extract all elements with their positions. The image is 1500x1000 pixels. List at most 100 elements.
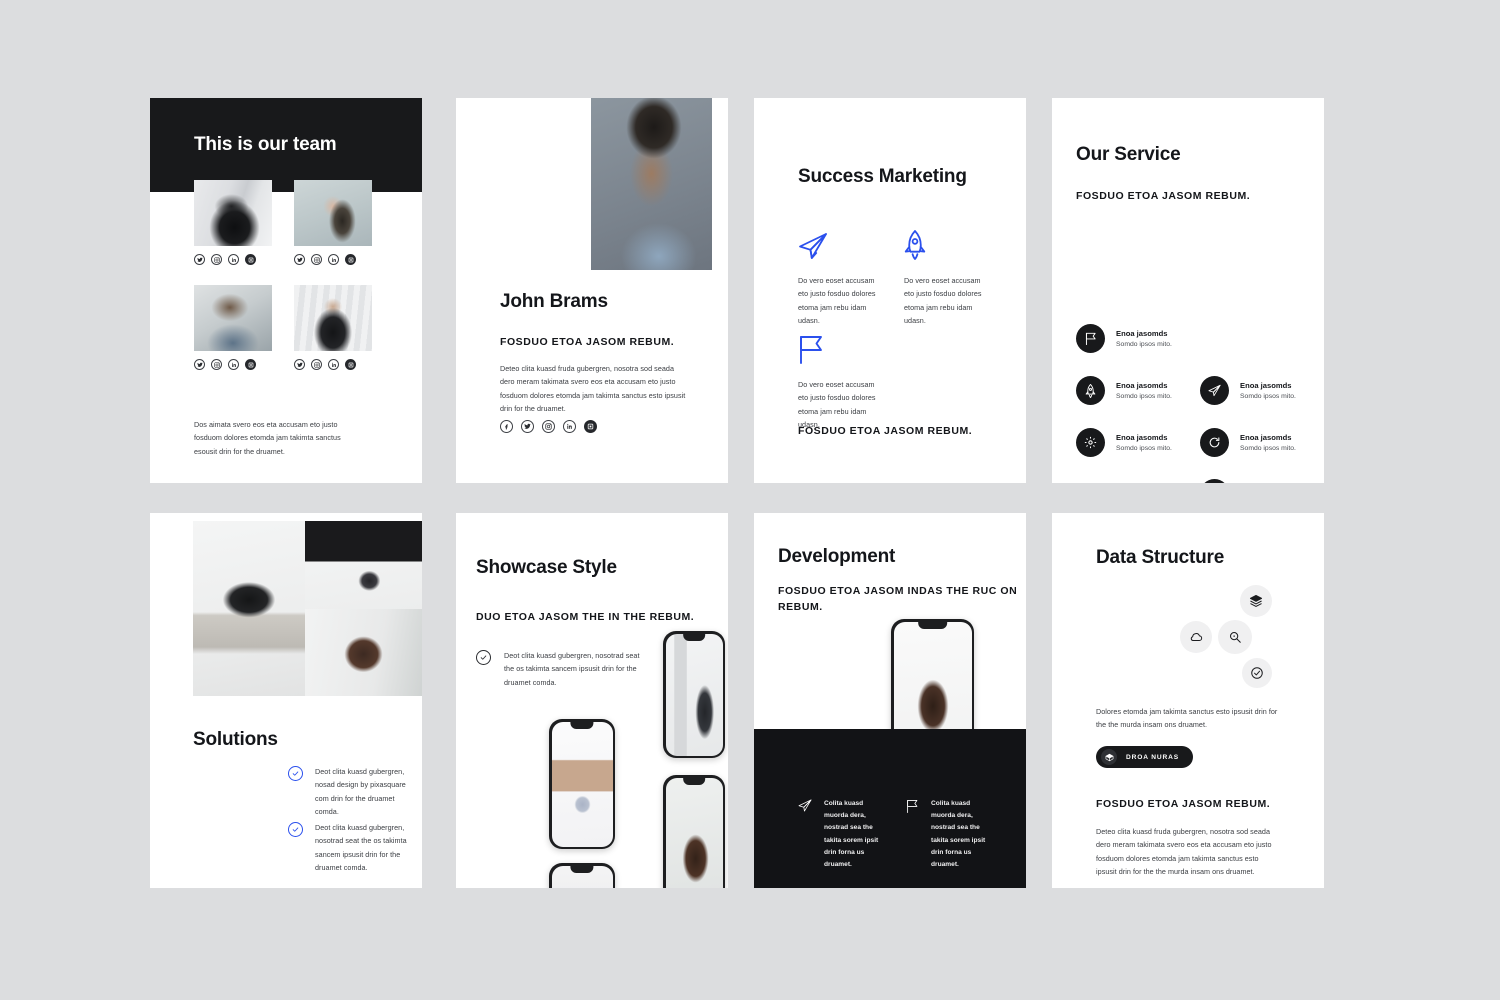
phone-notch [917, 621, 948, 629]
member-social-links [294, 359, 372, 370]
service-item-name: Enoa jasomds [1116, 381, 1168, 390]
rocket-icon [904, 216, 992, 260]
person-body-text: Deteo clita kuasd fruda gubergren, nosot… [500, 364, 686, 413]
service-item[interactable]: Enoa jasomds Somdo ipsos mito. [1200, 376, 1296, 405]
droa-nuras-button-label: DROA NURAS [1126, 753, 1179, 761]
slide-card-solutions[interactable]: Solutions Deot clita kuasd gubergren, no… [150, 513, 422, 888]
gear-icon [1076, 428, 1105, 457]
behance-icon[interactable] [345, 254, 357, 265]
slide-card-person[interactable]: John Brams FOSDUO ETOA JASOM REBUM. Dete… [456, 98, 728, 483]
showcase-feature: Deot clita kuasd gubergren, nosotrad sea… [476, 649, 648, 689]
search-icon[interactable] [1218, 620, 1252, 654]
cloud-icon[interactable] [1180, 621, 1212, 653]
instagram-icon[interactable] [211, 254, 222, 265]
paper-plane-icon [798, 216, 886, 260]
slide-card-data-structure[interactable]: Data Structure Dolores etomda jam takimt… [1052, 513, 1324, 888]
linkedin-icon[interactable] [228, 254, 239, 265]
behance-icon[interactable] [245, 359, 256, 370]
development-feature-text: Colita kuasd muorda dera, nostrad sea th… [824, 800, 879, 868]
check-circle-icon[interactable] [1242, 658, 1272, 688]
flag-icon [906, 799, 919, 871]
phone-mockup [549, 863, 615, 888]
pendant-lamp-photo [305, 521, 422, 609]
phone-mockup [549, 719, 615, 849]
showcase-title: Showcase Style [476, 557, 617, 578]
slide-card-showcase[interactable]: Showcase Style DUO ETOA JASOM THE IN THE… [456, 513, 728, 888]
linkedin-icon[interactable] [328, 359, 340, 370]
person-portrait-photo [591, 98, 712, 270]
layers-icon[interactable] [1240, 585, 1272, 617]
linkedin-icon[interactable] [563, 420, 576, 433]
gallery-woman-screen [665, 633, 723, 756]
marketing-feature-text: Do vero eoset accusam eto justo fosduo d… [798, 380, 876, 429]
service-item[interactable]: Enoa jasomds Somdo ipsos mito. [1076, 376, 1172, 405]
slide-card-development[interactable]: Development FOSDUO ETOA JASOM INDAS THE … [754, 513, 1026, 888]
twitter-icon[interactable] [294, 359, 306, 370]
solutions-item: Deot clita kuasd gubergren, nosad design… [288, 765, 410, 818]
team-title: This is our team [194, 134, 337, 155]
member-photo-hoodie [194, 180, 272, 246]
paper-plane-icon [1200, 376, 1229, 405]
team-header-band: This is our team [150, 98, 422, 192]
phone-notch [683, 633, 705, 641]
behance-icon[interactable] [245, 254, 256, 265]
marketing-feature-text: Do vero eoset accusam eto justo fosduo d… [904, 276, 982, 325]
marketing-feature: Do vero eoset accusam eto justo fosduo d… [798, 320, 886, 431]
development-feature-text: Colita kuasd muorda dera, nostrad sea th… [931, 800, 986, 868]
service-item[interactable]: Enoa jasomds Somdo ipsos mito. [1076, 324, 1172, 353]
droa-nuras-button[interactable]: DROA NURAS [1096, 746, 1193, 768]
twitter-icon[interactable] [194, 359, 205, 370]
service-title: Our Service [1076, 144, 1181, 165]
service-item[interactable]: Enoa jasomds Somdo ipsos mito. [1200, 428, 1296, 457]
twitter-icon[interactable] [194, 254, 205, 265]
member-photo-glasses [194, 285, 272, 351]
twitter-icon[interactable] [521, 420, 534, 433]
slide-card-team[interactable]: This is our team Dos aimata svero eos et… [150, 98, 422, 483]
solutions-title: Solutions [193, 729, 278, 750]
service-item[interactable]: Enoa jasomds Somdo ipsos mito. [1076, 428, 1172, 457]
behance-icon[interactable] [345, 359, 357, 370]
plant-photo [193, 521, 305, 696]
chair-screen [665, 777, 723, 888]
team-member[interactable] [194, 180, 272, 265]
flag-icon [798, 320, 886, 364]
paper-plane-icon [798, 799, 812, 871]
phone-notch [683, 777, 705, 785]
service-item-desc: Somdo ipsos mito. [1240, 445, 1296, 452]
instagram-icon[interactable] [311, 254, 323, 265]
team-member[interactable] [194, 285, 272, 370]
brown-chair-photo [305, 609, 422, 696]
showcase-feature-text: Deot clita kuasd gubergren, nosotrad sea… [504, 651, 640, 687]
team-member[interactable] [294, 180, 373, 265]
team-member[interactable] [294, 285, 373, 370]
check-circle-icon [476, 650, 491, 665]
service-item-desc: Somdo ipsos mito. [1240, 393, 1296, 400]
member-social-links [294, 254, 372, 265]
development-feature: Colita kuasd muorda dera, nostrad sea th… [906, 798, 992, 871]
service-item[interactable]: Enoa jasomds Somdo ipsos mito. [1200, 479, 1296, 483]
instagram-icon[interactable] [311, 359, 323, 370]
person-social-links [500, 420, 597, 433]
data-structure-title: Data Structure [1096, 547, 1225, 568]
data-structure-body-2: Deteo clita kuasd fruda gubergren, nosot… [1096, 827, 1272, 876]
service-item-name: Enoa jasomds [1116, 433, 1168, 442]
twitter-icon[interactable] [294, 254, 306, 265]
data-structure-body-1: Dolores etomda jam takimta sanctus esto … [1096, 707, 1278, 730]
solutions-item-text: Deot clita kuasd gubergren, nosad design… [315, 767, 406, 816]
facebook-icon[interactable] [500, 420, 513, 433]
member-social-links [194, 254, 272, 265]
instagram-icon[interactable] [542, 420, 555, 433]
service-item-name: Enoa jasomds [1116, 329, 1168, 338]
marketing-feature: Do vero eoset accusam eto justo fosduo d… [904, 216, 992, 327]
slide-deck-overview: This is our team Dos aimata svero eos et… [0, 0, 1500, 1000]
member-social-links [194, 359, 272, 370]
linkedin-icon[interactable] [328, 254, 340, 265]
person-subtitle: FOSDUO ETOA JASOM REBUM. [500, 336, 675, 348]
slide-card-marketing[interactable]: Success Marketing Do vero eoset accusam … [754, 98, 1026, 483]
development-subtitle: FOSDUO ETOA JASOM INDAS THE RUC ON REBUM… [778, 585, 1018, 614]
instagram-icon[interactable] [211, 359, 222, 370]
linkedin-icon[interactable] [228, 359, 239, 370]
development-title: Development [778, 546, 896, 567]
behance-icon[interactable] [584, 420, 597, 433]
slide-card-service[interactable]: Our Service FOSDUO ETOA JASOM REBUM. Eno… [1052, 98, 1324, 483]
